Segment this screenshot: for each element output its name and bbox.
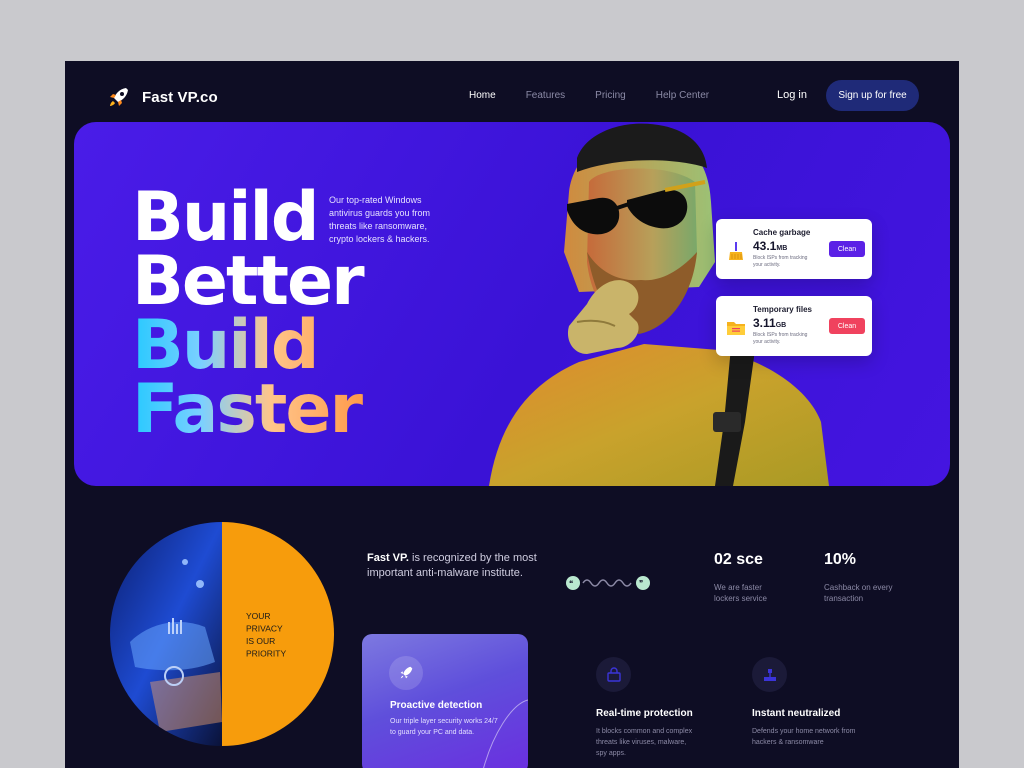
card-subtitle: Block ISPs from tracking your activity. [753,332,808,345]
nav-home[interactable]: Home [469,90,496,101]
folder-icon [727,322,745,335]
nav-help-center[interactable]: Help Center [656,90,709,101]
landing-page: Fast VP.co Home Features Pricing Help Ce… [65,61,959,768]
headline-line-2: Better [132,242,365,321]
feature-description: It blocks common and complex threats lik… [596,728,693,757]
signup-button[interactable]: Sign up for free [826,80,919,111]
temporary-files-card: Temporary files 3.11GB Block ISPs from t… [716,296,872,356]
hero-description: Our top-rated Windows antivirus guards y… [329,195,431,244]
recognition-text: Fast VP. is recognized by the most impor… [367,552,537,579]
main-nav: Home Features Pricing Help Center [469,90,739,101]
rocket-logo-icon [110,88,128,106]
svg-text:❝: ❝ [569,579,573,588]
headline-line-4: Faster [132,370,363,449]
hero-banner: Build Better Build Faster Our top-rated … [74,122,950,486]
feature-title: Proactive detection [390,700,483,711]
stat-speed: 02 sce We are faster lockers service [714,551,784,604]
stat-label: Cashback on every transaction [824,583,893,603]
feature-card-proactive[interactable]: Proactive detection Our triple layer sec… [362,634,528,768]
card-value: 43.1MB [753,239,788,253]
brand-name: Fast VP.co [142,88,218,106]
privacy-graphic: YOUR PRIVACY IS OUR PRIORITY [110,522,335,746]
feature-title: Real-time protection [596,708,693,719]
nav-pricing[interactable]: Pricing [595,90,626,101]
clean-temp-files-button[interactable]: Clean [829,318,865,334]
feature-instant: Instant neutralized Defends your home ne… [752,657,864,748]
feature-description: Our triple layer security works 24/7 to … [390,718,498,736]
stat-cashback: 10% Cashback on every transaction [824,551,904,604]
feature-title: Instant neutralized [752,708,841,719]
stat-value: 10% [824,551,857,568]
brand-logo[interactable]: Fast VP.co [104,82,218,112]
svg-text:❞: ❞ [639,579,643,588]
card-value: 3.11GB [753,316,787,330]
broom-icon [729,242,743,260]
clean-cache-button[interactable]: Clean [829,241,865,257]
card-subtitle: Block ISPs from tracking your activity. [753,255,808,268]
hacker-hands-image: YOUR PRIVACY IS OUR PRIORITY [110,522,334,746]
stat-value: 02 sce [714,551,763,568]
headline-line-3: Build [132,312,363,380]
quote-wave-icon: ❝ ❞ [566,576,650,590]
login-link[interactable]: Log in [777,89,807,101]
nav-features[interactable]: Features [526,90,565,101]
feature-description: Defends your home network from hackers &… [752,728,856,746]
rocket-icon [389,656,423,690]
network-icon [752,657,787,692]
card-title: Temporary files [753,305,812,314]
stat-label: We are faster lockers service [714,583,767,603]
card-title: Cache garbage [753,228,811,237]
shield-lock-icon [596,657,631,692]
feature-real-time: Real-time protection It blocks common an… [596,657,698,759]
cache-garbage-card: Cache garbage 43.1MB Block ISPs from tra… [716,219,872,279]
